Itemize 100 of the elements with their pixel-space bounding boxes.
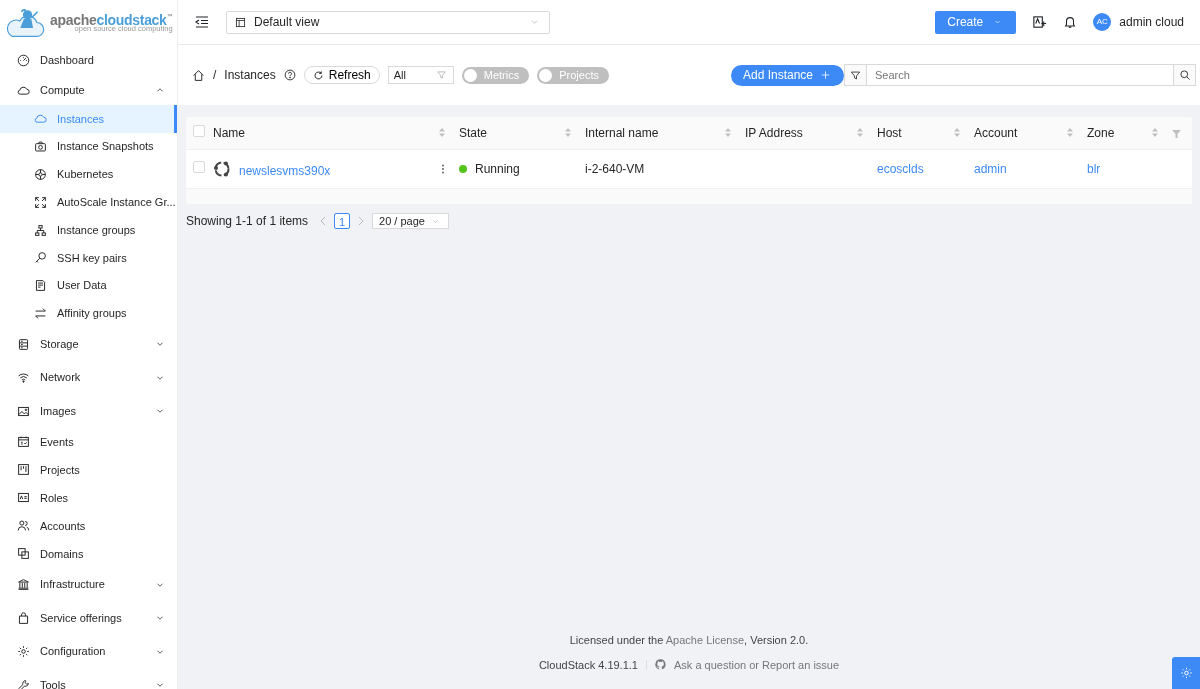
sidebar-item[interactable]: Events — [0, 427, 177, 456]
column-header[interactable]: Host — [877, 123, 902, 142]
instance-link[interactable]: newslesvms390x — [239, 161, 331, 180]
menu-fold-button[interactable] — [194, 14, 210, 30]
support-link[interactable]: Ask a question or Report an issue — [674, 656, 840, 673]
camera-icon — [34, 140, 47, 154]
sort-icon[interactable] — [1152, 128, 1158, 138]
cat-icon — [655, 659, 666, 671]
sidebar-item[interactable]: AutoScale Instance Gr... — [0, 188, 177, 217]
license-text: Licensed under the Apache License, Version 2.0. — [569, 634, 809, 646]
license-link[interactable]: Apache License — [665, 634, 745, 646]
swap-icon — [34, 306, 47, 320]
table-cell-text: Running — [475, 160, 520, 178]
search-box[interactable]: Search — [844, 64, 1196, 86]
funnel-icon — [434, 70, 448, 80]
calendar-icon — [17, 435, 30, 449]
sidebar-item[interactable]: Affinity groups — [0, 299, 177, 328]
sort-icon[interactable] — [857, 128, 863, 138]
wifi-icon — [17, 371, 30, 385]
translate-icon — [1032, 14, 1048, 30]
sidebar-item[interactable]: Accounts — [0, 511, 177, 540]
settings-icon — [17, 645, 30, 659]
breadcrumb-separator: / — [213, 67, 217, 84]
sidebar-item[interactable]: Projects — [0, 455, 177, 484]
layout-icon — [235, 16, 246, 28]
cloud-icon — [34, 112, 47, 126]
column-header[interactable]: Name — [213, 123, 245, 142]
account-link[interactable]: admin — [974, 161, 1007, 176]
document-icon — [34, 279, 47, 293]
sidebar-item[interactable]: Images — [0, 394, 177, 428]
column-header[interactable]: Zone — [1087, 123, 1115, 142]
bell-icon — [1063, 15, 1078, 29]
sort-icon[interactable] — [1067, 128, 1073, 138]
plus-icon — [819, 70, 832, 80]
key-icon — [34, 251, 47, 265]
building-icon — [17, 578, 30, 592]
notifications-button[interactable] — [1063, 15, 1078, 29]
gauge-icon — [17, 53, 30, 67]
translate-button[interactable] — [1032, 14, 1048, 30]
refresh-icon — [312, 69, 324, 81]
funnel-icon — [850, 69, 861, 81]
sort-icon[interactable] — [954, 128, 960, 138]
wheel-icon — [34, 168, 47, 181]
sidebar-item[interactable]: User Data — [0, 271, 177, 300]
filter-select[interactable]: All — [387, 66, 454, 84]
view-select[interactable]: Default view — [226, 10, 550, 34]
sidebar-item[interactable]: Storage — [0, 327, 177, 361]
server-icon — [17, 337, 30, 351]
sidebar-item[interactable]: Service offerings — [0, 601, 177, 635]
sidebar-item[interactable]: SSH key pairs — [0, 244, 177, 272]
page-size-select[interactable]: 20 / page — [372, 213, 449, 229]
home-icon — [192, 68, 205, 82]
page-title: Instances — [224, 67, 276, 84]
previous-icon[interactable] — [320, 217, 327, 225]
os-icon — [213, 159, 231, 178]
sidebar-item[interactable]: Instance Snapshots — [0, 132, 177, 161]
pagination-summary: Showing 1-1 of 1 items — [186, 213, 309, 230]
zone-link[interactable]: blr — [1087, 161, 1101, 176]
search-field[interactable]: Search — [867, 66, 1173, 84]
sidebar-item[interactable]: Compute — [0, 75, 177, 105]
refresh-button[interactable]: Refresh — [303, 66, 380, 84]
filter-icon[interactable] — [1172, 129, 1181, 138]
wrench-icon — [17, 678, 30, 689]
sidebar-item[interactable]: Instance groups — [0, 216, 177, 244]
search-icon — [1178, 69, 1191, 81]
settings-button[interactable] — [1172, 657, 1200, 689]
row-checkbox[interactable] — [193, 160, 205, 173]
table-cell: i-2-640-VM — [585, 161, 645, 176]
help-icon — [283, 69, 296, 81]
image-icon — [17, 404, 30, 418]
sidebar-item[interactable]: Kubernetes — [0, 160, 177, 189]
user-name[interactable]: admin cloud — [1119, 13, 1184, 31]
sort-icon[interactable] — [725, 128, 731, 138]
sidebar-item[interactable]: Infrastructure — [0, 567, 177, 602]
sidebar-item[interactable]: Dashboard — [0, 45, 177, 75]
more-icon[interactable] — [441, 163, 445, 174]
search-button[interactable] — [1173, 65, 1195, 85]
hierarchy-icon — [34, 223, 47, 237]
cloud-icon — [17, 83, 30, 97]
page-button[interactable]: 1 — [334, 213, 351, 229]
filter-button[interactable] — [845, 65, 867, 85]
host-link[interactable]: ecosclds — [877, 161, 924, 176]
squares-icon — [17, 547, 30, 561]
sidebar-item[interactable]: Tools — [0, 668, 177, 689]
users-icon — [17, 519, 30, 533]
expand-icon — [34, 195, 47, 209]
home-link[interactable] — [192, 68, 205, 82]
select-all-checkbox[interactable] — [193, 124, 205, 137]
menu-icon — [194, 14, 210, 30]
sidebar-item[interactable]: Network — [0, 360, 177, 395]
sidebar-item[interactable]: Domains — [0, 539, 177, 568]
settings-icon — [1179, 666, 1193, 680]
sidebar-item[interactable]: Roles — [0, 483, 177, 512]
sort-icon[interactable] — [565, 128, 571, 138]
bag-icon — [17, 611, 30, 625]
sort-icon[interactable] — [439, 128, 445, 138]
next-icon[interactable] — [358, 217, 365, 225]
sidebar-item[interactable]: Configuration — [0, 634, 177, 669]
column-header[interactable]: State — [459, 123, 488, 142]
id-card-icon — [17, 491, 30, 505]
